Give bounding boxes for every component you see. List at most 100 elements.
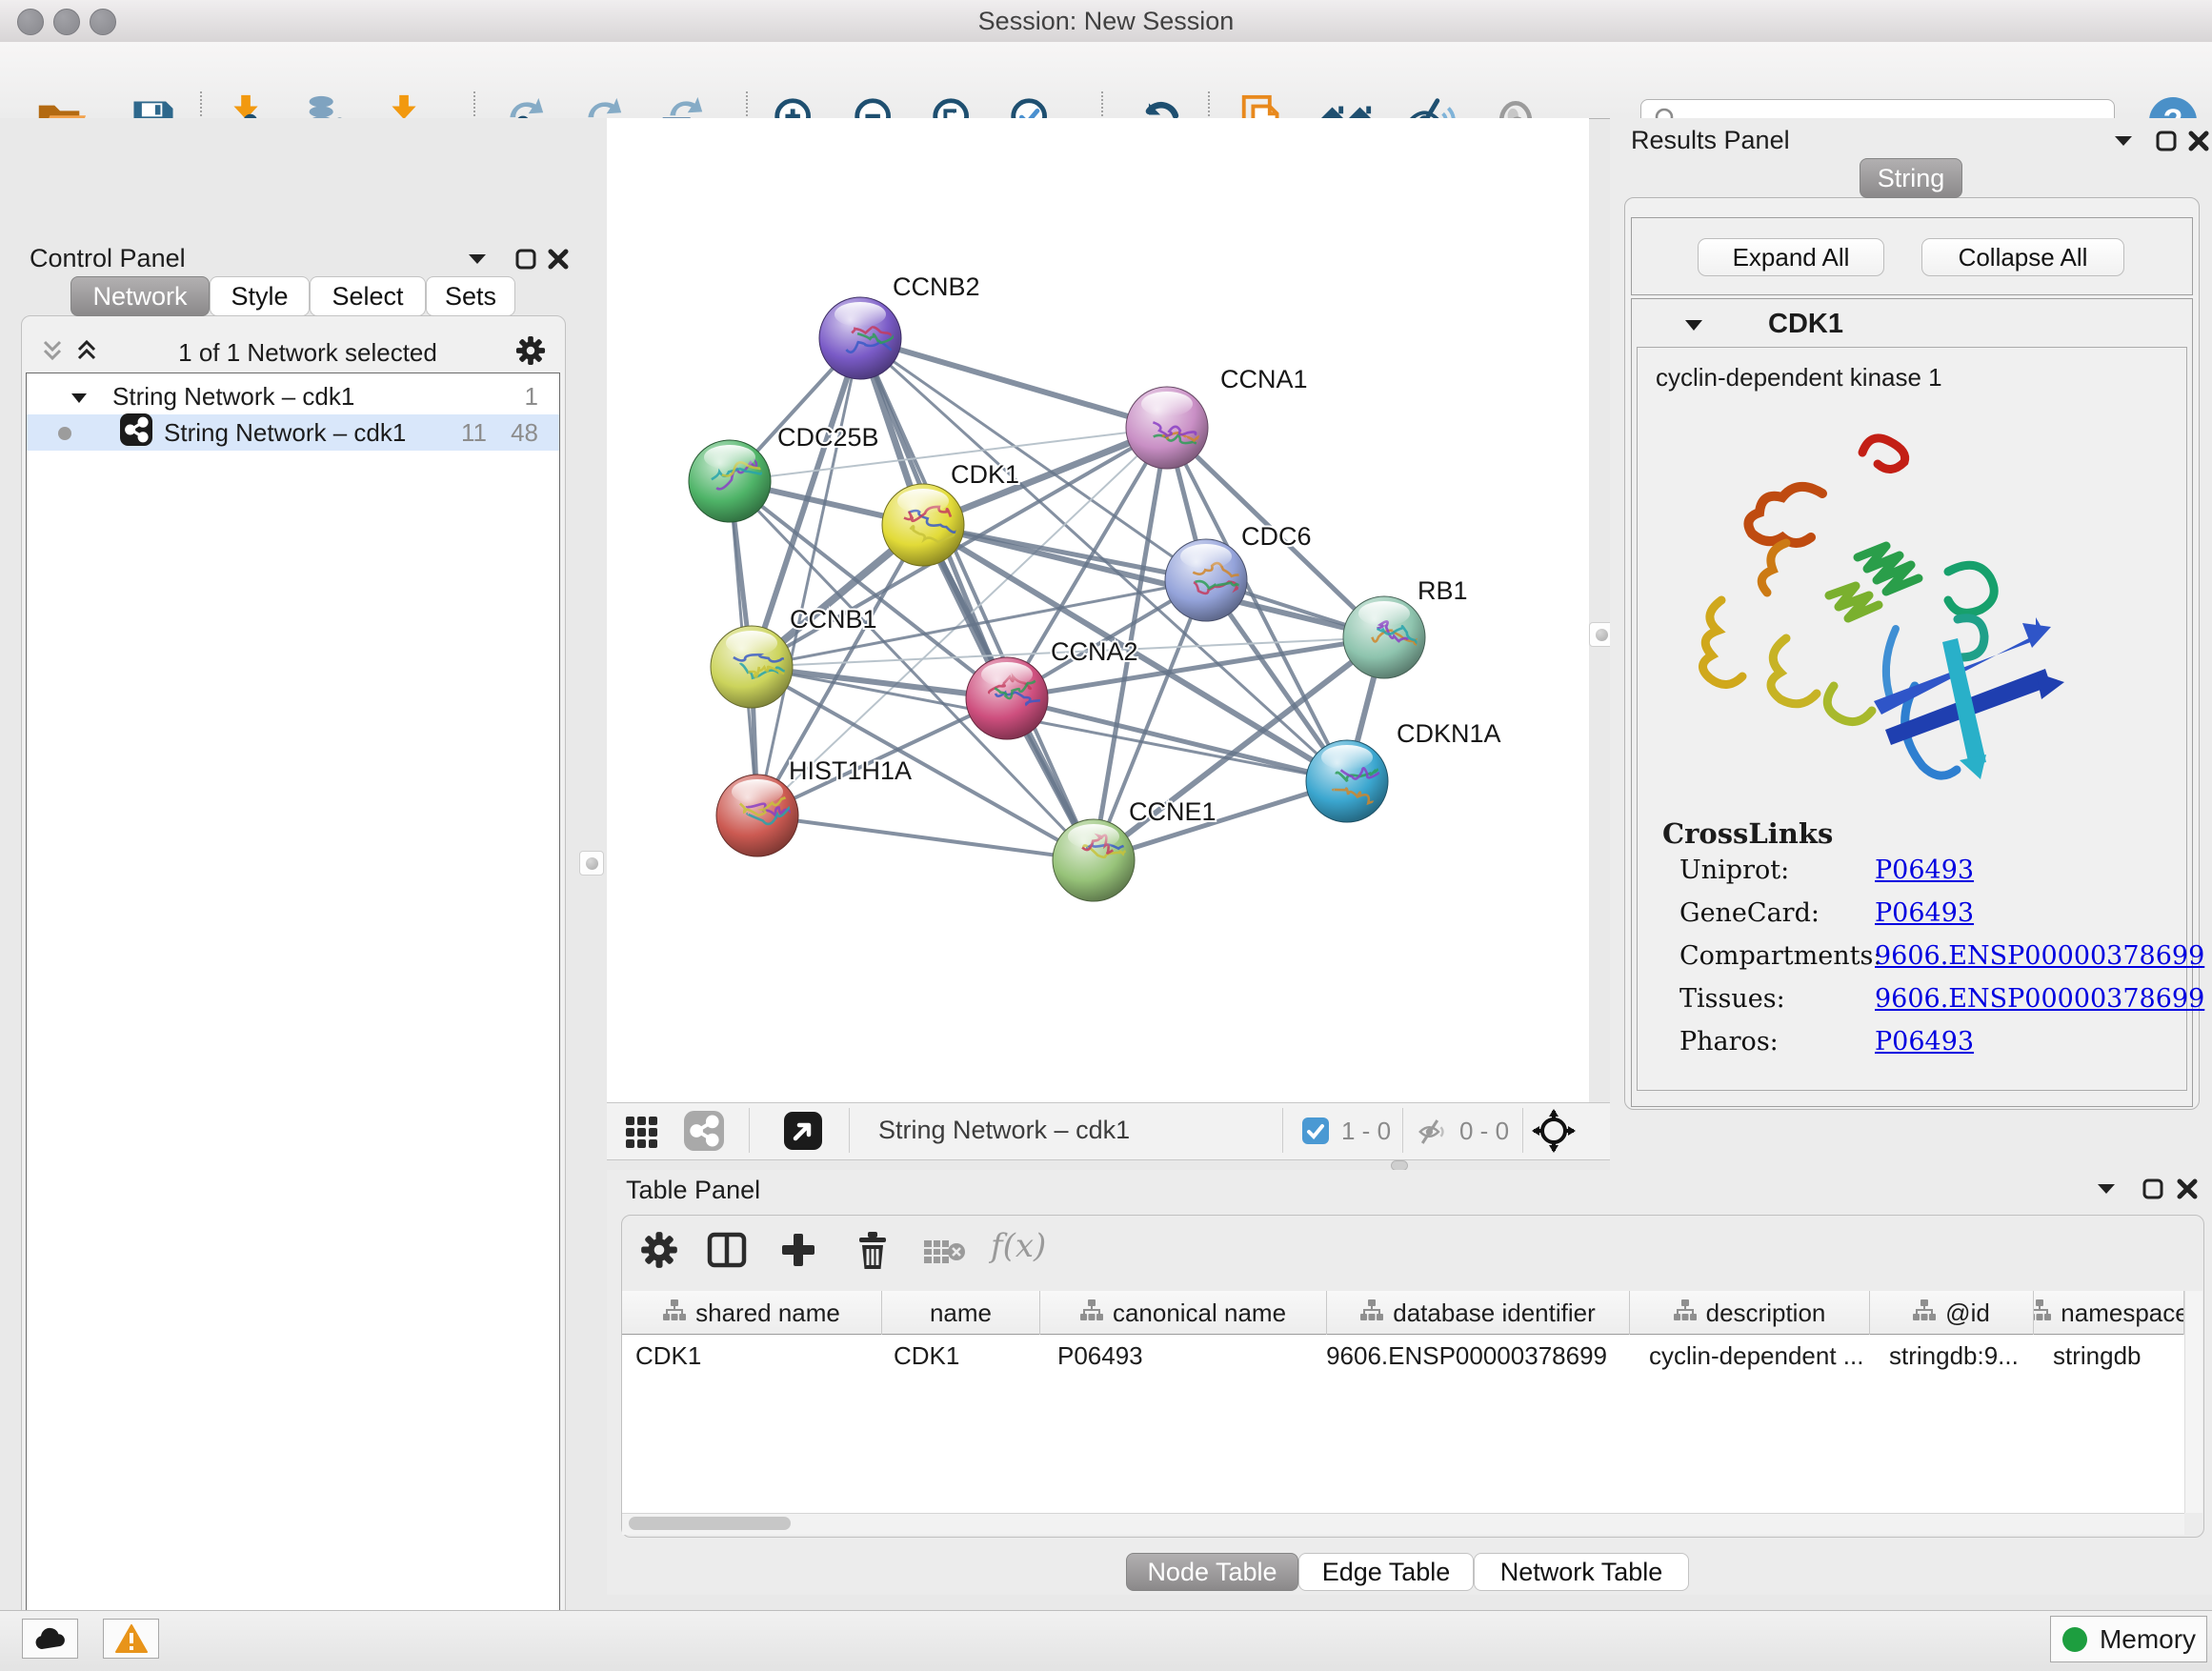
network-collection-row[interactable]: String Network – cdk1 1 xyxy=(27,378,559,414)
delete-table-icon xyxy=(922,1237,966,1272)
node-CDC6[interactable] xyxy=(1165,539,1249,621)
node-CDKN1A[interactable] xyxy=(1306,740,1394,822)
tab-edge-table[interactable]: Edge Table xyxy=(1298,1553,1474,1591)
crosslink-value-link[interactable]: 9606.ENSP00000378699 xyxy=(1875,984,2204,1014)
table-cell[interactable]: stringdb xyxy=(2034,1335,2184,1377)
results-panel-close-icon[interactable] xyxy=(2187,130,2210,157)
crosslink-value-link[interactable]: P06493 xyxy=(1875,856,1974,885)
title-bar: Session: New Session xyxy=(0,0,2212,43)
table-cell[interactable]: P06493 xyxy=(1040,1335,1327,1377)
grid-view-icon[interactable] xyxy=(624,1113,660,1154)
network-options-gear-icon[interactable] xyxy=(515,335,546,371)
edge-HIST1H1A-CCNE1[interactable] xyxy=(757,815,1094,860)
node-CCNB2[interactable] xyxy=(819,297,911,379)
table-cell[interactable]: CDK1 xyxy=(622,1335,882,1377)
crosslink-value-link[interactable]: P06493 xyxy=(1875,898,1974,928)
add-column-icon[interactable] xyxy=(779,1231,817,1274)
expand-all-icon[interactable] xyxy=(73,337,100,369)
table-vertical-scrollbar[interactable] xyxy=(2184,1291,2202,1513)
tab-node-table[interactable]: Node Table xyxy=(1126,1553,1298,1591)
crosslink-label: GeneCard: xyxy=(1679,898,1820,928)
column-header-label: namespace xyxy=(2061,1299,2184,1328)
column-header-name[interactable]: name xyxy=(882,1291,1040,1335)
node-CCNB1[interactable] xyxy=(711,626,808,708)
collection-expand-icon[interactable] xyxy=(70,382,88,412)
detach-view-icon[interactable] xyxy=(783,1111,823,1156)
node-label-CDK1: CDK1 xyxy=(951,460,1019,489)
crosslink-label: Tissues: xyxy=(1679,984,1785,1014)
node-label-CDKN1A: CDKN1A xyxy=(1397,719,1501,748)
table-panel-close-icon[interactable] xyxy=(2176,1178,2199,1205)
warnings-button[interactable] xyxy=(103,1619,159,1659)
network-row-selected[interactable]: String Network – cdk1 11 48 xyxy=(27,414,559,451)
edge-CCNB2-CCNA1[interactable] xyxy=(860,338,1167,428)
column-header-namespace[interactable]: namespace xyxy=(2034,1291,2184,1335)
table-horizontal-scrollbar-thumb[interactable] xyxy=(629,1517,791,1530)
node-HIST1H1A[interactable] xyxy=(716,775,820,856)
node-label-CDC25B: CDC25B xyxy=(777,423,879,452)
birdseye-view-icon[interactable] xyxy=(1532,1109,1576,1158)
netbar-separator xyxy=(749,1108,750,1153)
table-cell[interactable]: cyclin-dependent ... xyxy=(1630,1335,1870,1377)
table-cell[interactable]: 9606.ENSP00000378699 xyxy=(1327,1335,1630,1377)
tab-style[interactable]: Style xyxy=(210,276,310,316)
column-header-label: shared name xyxy=(695,1299,840,1328)
memory-status-icon xyxy=(2061,1626,2088,1653)
tab-string[interactable]: String xyxy=(1860,158,1962,198)
results-panel-menu-icon[interactable] xyxy=(2113,133,2134,153)
column-header--id[interactable]: @id xyxy=(1870,1291,2034,1335)
column-header-database-identifier[interactable]: database identifier xyxy=(1327,1291,1630,1335)
node-label-RB1: RB1 xyxy=(1418,576,1468,605)
network-dot-icon xyxy=(57,418,72,448)
show-columns-icon[interactable] xyxy=(707,1231,747,1274)
crosslink-value-link[interactable]: 9606.ENSP00000378699 xyxy=(1875,941,2204,971)
table-panel-float-icon[interactable] xyxy=(2142,1178,2164,1205)
tab-select[interactable]: Select xyxy=(310,276,426,316)
delete-column-trash-icon[interactable] xyxy=(854,1229,892,1276)
selected-counts: 1 - 0 xyxy=(1341,1117,1391,1146)
node-CCNA2[interactable] xyxy=(966,657,1048,739)
tab-network[interactable]: Network xyxy=(70,276,210,316)
collection-count: 1 xyxy=(525,382,538,412)
node-RB1[interactable] xyxy=(1343,596,1437,678)
node-CDC25B[interactable] xyxy=(689,440,786,522)
memory-button[interactable]: Memory xyxy=(2050,1616,2207,1662)
network-graph[interactable]: CCNB2CCNA1CDC25BCDK1CDC6RB1CCNB1CCNA2CDK… xyxy=(607,118,1589,1102)
selected-checkbox-icon[interactable] xyxy=(1301,1117,1330,1150)
column-header-description[interactable]: description xyxy=(1630,1291,1870,1335)
expand-all-button[interactable]: Expand All xyxy=(1698,238,1884,276)
table-row[interactable]: CDK1CDK1P064939606.ENSP00000378699cyclin… xyxy=(622,1335,2184,1377)
crosslink-row: GeneCard: P06493 xyxy=(1631,898,2191,941)
tab-network-table[interactable]: Network Table xyxy=(1474,1553,1689,1591)
column-header-shared-name[interactable]: shared name xyxy=(622,1291,882,1335)
network-overview-icon[interactable] xyxy=(684,1111,724,1156)
netbar-separator xyxy=(1402,1108,1403,1153)
netbar-separator xyxy=(1522,1108,1523,1153)
cdk1-section-collapse-icon[interactable] xyxy=(1684,318,1703,337)
table-settings-gear-icon[interactable] xyxy=(640,1231,678,1274)
tab-sets[interactable]: Sets xyxy=(426,276,515,316)
control-panel-float-icon[interactable] xyxy=(514,248,537,275)
table-panel-title: Table Panel xyxy=(626,1176,760,1205)
cloud-button[interactable] xyxy=(22,1619,78,1659)
control-panel-close-icon[interactable] xyxy=(547,248,570,275)
table-cell[interactable]: stringdb:9... xyxy=(1870,1335,2034,1377)
column-header-label: canonical name xyxy=(1113,1299,1286,1328)
table-cell[interactable]: CDK1 xyxy=(882,1335,1040,1377)
table-horizontal-scrollbar[interactable] xyxy=(622,1513,2184,1535)
collapse-all-button[interactable]: Collapse All xyxy=(1921,238,2124,276)
column-header-canonical-name[interactable]: canonical name xyxy=(1040,1291,1327,1335)
edge-CCNB2-HIST1H1A[interactable] xyxy=(757,338,860,815)
collapse-all-icon[interactable] xyxy=(39,337,66,369)
network-selection-summary: 1 of 1 Network selected xyxy=(100,338,515,368)
results-panel-float-icon[interactable] xyxy=(2155,130,2178,157)
function-builder-icon: f(x) xyxy=(991,1227,1046,1265)
hidden-eye-icon[interactable] xyxy=(1416,1115,1450,1154)
table-panel-menu-icon[interactable] xyxy=(2096,1181,2117,1201)
network-edge-count: 48 xyxy=(511,418,538,448)
network-canvas[interactable]: CCNB2CCNA1CDC25BCDK1CDC6RB1CCNB1CCNA2CDK… xyxy=(607,118,1589,1102)
control-panel-dock: Control Panel NetworkStyleSelectSets 1 o… xyxy=(0,118,607,1610)
crosslink-value-link[interactable]: P06493 xyxy=(1875,1027,1974,1057)
left-splitter-handle[interactable] xyxy=(579,851,604,876)
control-panel-menu-icon[interactable] xyxy=(467,252,488,272)
